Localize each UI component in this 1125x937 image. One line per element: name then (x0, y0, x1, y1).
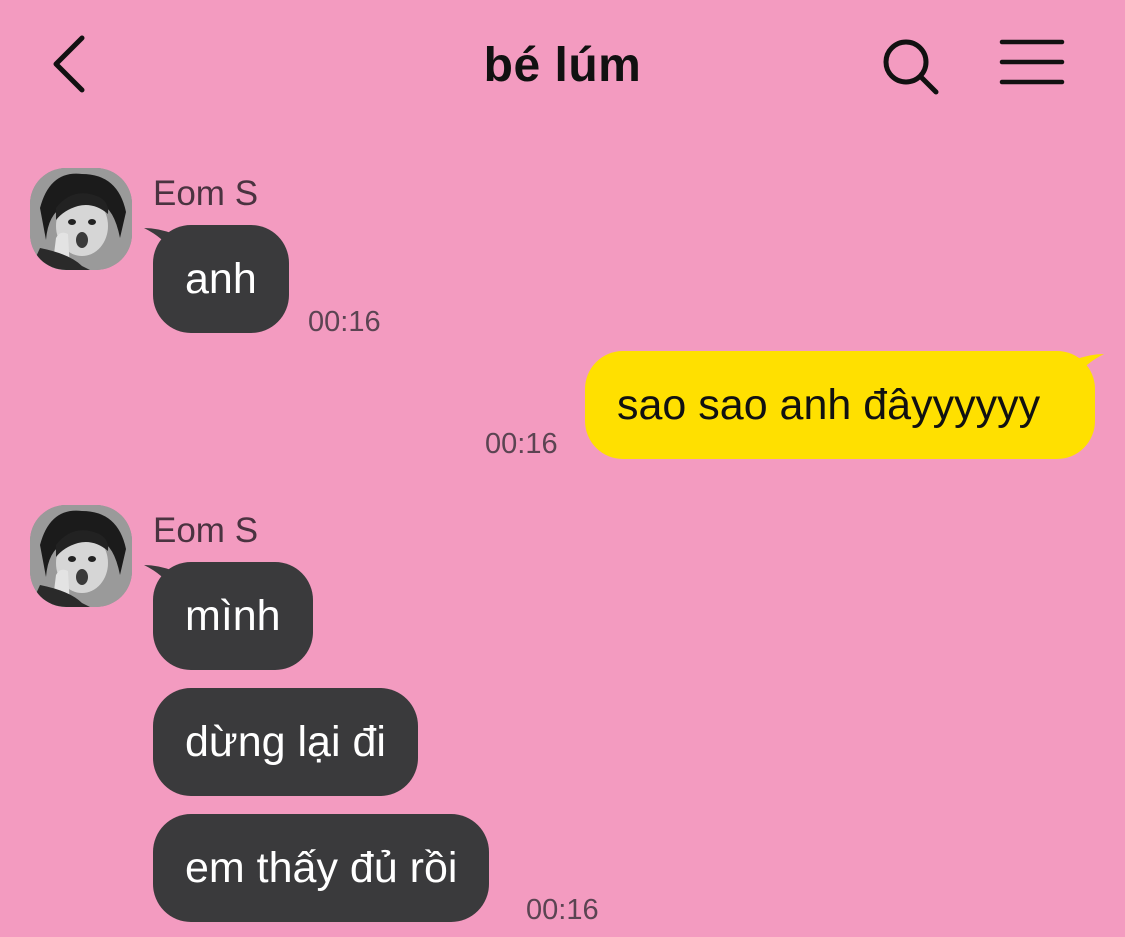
chat-title: bé lúm (483, 39, 642, 92)
chat-header: bé lúm (0, 0, 1125, 135)
message-bubble[interactable]: dừng lại đi (153, 688, 418, 796)
bubble-tail (1074, 354, 1104, 378)
sender-name: Eom S (153, 174, 259, 213)
message-bubble[interactable]: sao sao anh đâyyyyyy (585, 351, 1095, 459)
message-bubble[interactable]: anh (153, 225, 289, 333)
avatar[interactable] (30, 505, 132, 607)
sender-name: Eom S (153, 511, 259, 550)
avatar-photo (30, 168, 132, 270)
avatar[interactable] (30, 168, 132, 270)
message-bubble[interactable]: em thấy đủ rồi (153, 814, 490, 922)
message-bubble[interactable]: mình (153, 562, 313, 670)
search-button[interactable] (880, 36, 942, 98)
message-time: 00:16 (526, 894, 599, 926)
hamburger-menu-icon (999, 39, 1065, 85)
menu-button[interactable] (998, 36, 1066, 92)
message-time: 00:16 (308, 306, 381, 338)
search-icon (883, 39, 939, 95)
avatar-photo (30, 505, 132, 607)
message-time: 00:16 (485, 428, 558, 460)
